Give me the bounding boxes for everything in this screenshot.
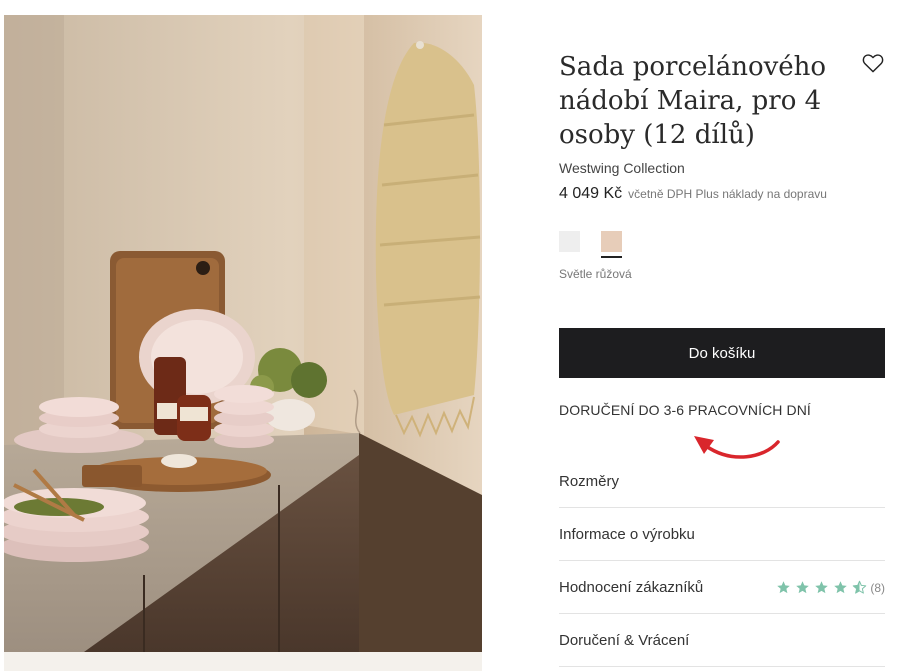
selected-swatch-indicator — [601, 256, 622, 258]
heart-outline-icon — [862, 54, 884, 73]
accordion-reviews[interactable]: Hodnocení zákazníků (8) — [559, 561, 885, 614]
product-detail-panel: Sada porcelánového nádobí Maira, pro 4 o… — [559, 0, 885, 671]
rating-count: (8) — [870, 580, 885, 595]
add-to-cart-button[interactable]: Do košíku — [559, 328, 885, 378]
product-image[interactable] — [4, 15, 482, 652]
accordion-dimensions-label: Rozměry — [559, 473, 620, 490]
price-note: včetně DPH Plus náklady na dopravu — [628, 187, 827, 201]
product-title: Sada porcelánového nádobí Maira, pro 4 o… — [559, 52, 827, 150]
star-full-icon — [796, 581, 810, 594]
image-strip — [4, 652, 482, 671]
color-swatch-light-grey[interactable] — [559, 231, 580, 252]
accordion-delivery-returns-label: Doručení & Vrácení — [559, 632, 690, 649]
star-full-icon — [815, 581, 829, 594]
price-row: 4 049 Kč včetně DPH Plus náklady na dopra… — [559, 185, 827, 203]
color-swatch-light-pink[interactable] — [601, 231, 622, 252]
accordion-product-info-label: Informace o výrobku — [559, 526, 695, 543]
accordion-dimensions[interactable]: Rozměry — [559, 455, 885, 508]
wishlist-button[interactable] — [862, 53, 884, 73]
product-price: 4 049 Kč — [559, 185, 623, 202]
star-half-icon — [853, 580, 867, 594]
divider — [559, 666, 885, 667]
accordion-delivery-returns[interactable]: Doručení & Vrácení — [559, 614, 885, 667]
accordion-product-info[interactable]: Informace o výrobku — [559, 508, 885, 561]
star-rating[interactable]: (8) — [776, 580, 885, 595]
product-brand[interactable]: Westwing Collection — [559, 160, 685, 176]
delivery-info: DORUČENÍ DO 3-6 PRACOVNÍCH DNÍ — [559, 402, 811, 418]
star-full-icon — [834, 581, 848, 594]
product-photo-illustration — [4, 15, 482, 652]
accordion-reviews-label: Hodnocení zákazníků — [559, 579, 704, 596]
star-full-icon — [777, 581, 791, 594]
selected-color-name: Světle růžová — [559, 267, 632, 281]
